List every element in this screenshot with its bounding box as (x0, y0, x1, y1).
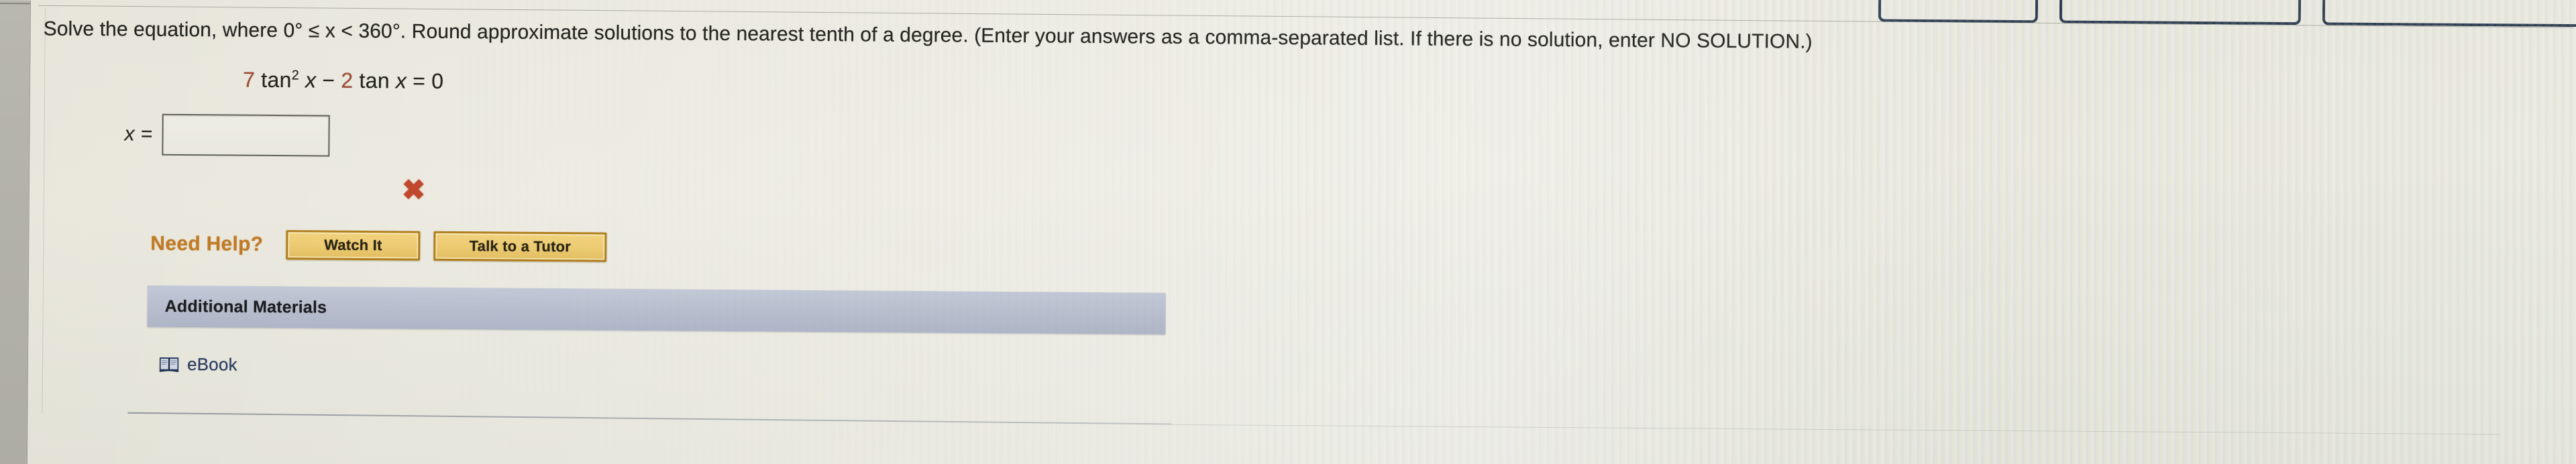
answer-input[interactable] (162, 113, 331, 157)
incorrect-mark-icon: ✖ (401, 174, 426, 206)
watch-it-button[interactable]: Watch It (286, 230, 421, 261)
prompt-note: (Enter your answers as a comma-separated… (968, 24, 1813, 53)
prompt-domain: 0° ≤ x < 360°. (283, 19, 407, 43)
additional-materials-title: Additional Materials (164, 296, 327, 317)
equation-operator: − (322, 68, 335, 93)
answer-label-variable: x (124, 123, 136, 146)
equation-coefficient-1: 7 (243, 67, 256, 92)
equation-variable-2: x (395, 68, 407, 93)
page-tilt-wrapper: Solve the equation, where 0° ≤ x < 360°.… (0, 0, 2576, 464)
ebook-link[interactable]: eBook (159, 354, 237, 375)
equation-right-side: 0 (431, 68, 444, 93)
answer-label-equals: = (140, 123, 154, 146)
equation-variable-1: x (305, 68, 317, 93)
content-left-edge-rule (42, 8, 46, 414)
left-margin-strip (0, 0, 31, 464)
answer-row: x = (124, 113, 331, 157)
equation-coefficient-2: 2 (341, 68, 354, 93)
bottom-divider-rule-right (1171, 424, 2500, 435)
need-help-row: Need Help? Watch It Talk to a Tutor (150, 229, 620, 262)
equation-exponent-1: 2 (291, 68, 300, 83)
screenshot-root: Solve the equation, where 0° ≤ x < 360°.… (0, 0, 2576, 464)
need-help-label: Need Help? (150, 232, 264, 255)
prompt-lead: Solve the equation, where (43, 17, 284, 42)
talk-to-a-tutor-button[interactable]: Talk to a Tutor (433, 231, 607, 262)
ebook-link-label: eBook (186, 354, 237, 375)
answer-label: x = (124, 123, 153, 146)
equation-term-2: tan (359, 68, 390, 93)
question-content-area: Solve the equation, where 0° ≤ x < 360°.… (27, 0, 2576, 464)
left-margin-top-line (0, 2, 30, 5)
additional-materials-bar[interactable]: Additional Materials (147, 285, 1166, 335)
book-icon (159, 356, 187, 372)
equation-equals: = (413, 68, 426, 93)
bottom-divider-rule (127, 412, 1172, 425)
prompt-rounding: Round approximate solutions to the neare… (406, 20, 969, 47)
equation-display: 7 tan2 x −2 tan x = 0 (243, 68, 443, 94)
equation-term-1: tan (261, 67, 292, 93)
